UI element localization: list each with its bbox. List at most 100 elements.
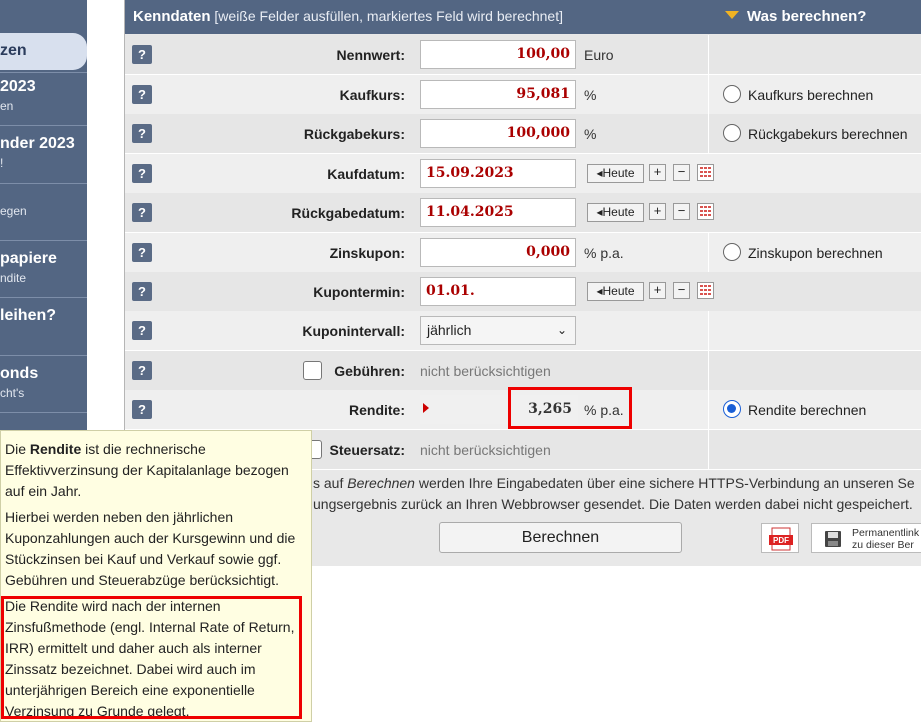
permalink-line: zu dieser Ber [852, 539, 914, 551]
kupontermin-input[interactable]: 01.01. [420, 277, 576, 306]
field-label: Rendite: [349, 402, 405, 418]
permalink-button[interactable]: Permanentlink zu dieser Ber [811, 523, 921, 553]
sidebar-item-title: papiere [0, 250, 57, 267]
sidebar-item-2023[interactable]: 2023 en [0, 78, 87, 113]
radio-zinskupon[interactable] [723, 243, 741, 261]
info-emphasis: Berechnen [347, 475, 415, 491]
calendar-icon[interactable] [697, 282, 714, 299]
sidebar-item-title: nder 2023 [0, 135, 75, 152]
calendar-icon[interactable] [697, 164, 714, 181]
radio-rueckgabekurs[interactable] [723, 124, 741, 142]
divider [0, 240, 87, 241]
divider [708, 35, 709, 74]
help-button[interactable]: ? [132, 243, 152, 262]
help-button[interactable]: ? [132, 321, 152, 340]
date-plus-button[interactable]: + [649, 203, 666, 220]
info-text: s auf [313, 475, 348, 491]
today-button[interactable]: ◂Heute [587, 282, 644, 301]
row-kuponintervall: ? Kuponintervall: jährlich ⌄ [125, 311, 921, 351]
row-zinskupon: ? Zinskupon: 0,000 % p.a. Zinskupon bere… [125, 233, 921, 273]
row-rueckgabedatum: ? Rückgabedatum: 11.04.2025 ◂Heute + − [125, 193, 921, 233]
rueckgabedatum-input[interactable]: 11.04.2025 [420, 198, 576, 227]
row-kupontermin: ? Kupontermin: 01.01. ◂Heute + − [125, 272, 921, 312]
field-label: Kupontermin: [313, 284, 405, 300]
date-plus-button[interactable]: + [649, 282, 666, 299]
sidebar-item-active[interactable]: zen [0, 33, 87, 70]
info-line-1: s auf Berechnen werden Ihre Eingabedaten… [313, 475, 915, 491]
help-button[interactable]: ? [132, 164, 152, 183]
sidebar-item-kalender[interactable]: nder 2023 ! [0, 135, 87, 170]
radio-label: Rendite berechnen [748, 402, 867, 418]
divider [708, 75, 709, 114]
divider [0, 125, 87, 126]
row-rueckgabekurs: ? Rückgabekurs: 100,000 % Rückgabekurs b… [125, 114, 921, 154]
field-label: Kuponintervall: [302, 323, 405, 339]
calculate-button[interactable]: Berechnen [439, 522, 682, 553]
pdf-button[interactable]: PDF [761, 523, 799, 553]
triangle-down-icon [725, 11, 739, 19]
sidebar-item-anlegen[interactable]: egen [0, 201, 87, 218]
gebuehren-checkbox[interactable] [303, 361, 322, 380]
unit-label: Euro [584, 47, 614, 63]
kaufkurs-input[interactable]: 95,081 [420, 80, 576, 109]
sidebar-item-sub: ndite [0, 271, 27, 285]
sidebar-item-fonds[interactable]: onds cht's [0, 365, 87, 400]
field-label: Kaufkurs: [339, 87, 405, 103]
permalink-label: Permanentlink zu dieser Ber [852, 527, 919, 551]
what-to-calculate-heading: Was berechnen? [725, 8, 866, 25]
help-button[interactable]: ? [132, 45, 152, 64]
divider [708, 114, 709, 153]
date-plus-button[interactable]: + [649, 164, 666, 181]
unit-label: % [584, 126, 597, 142]
field-label: Nennwert: [336, 47, 405, 63]
tooltip-paragraph-1: Die Rendite ist die rechnerische Effekti… [5, 439, 305, 502]
date-minus-button[interactable]: − [673, 282, 690, 299]
help-button[interactable]: ? [132, 124, 152, 143]
calendar-icon[interactable] [697, 203, 714, 220]
help-button[interactable]: ? [132, 361, 152, 380]
sidebar-item-anleihen[interactable]: leihen? [0, 307, 87, 328]
result-marker-icon [423, 403, 429, 413]
divider [708, 351, 709, 390]
help-button[interactable]: ? [132, 203, 152, 222]
date-minus-button[interactable]: − [673, 203, 690, 220]
row-gebuehren: ? Gebühren: nicht berücksichtigen [125, 351, 921, 391]
panel-title: Kenndaten [weiße Felder ausfüllen, marki… [133, 8, 563, 25]
pdf-icon: PDF [769, 527, 793, 551]
help-button[interactable]: ? [132, 85, 152, 104]
today-button[interactable]: ◂Heute [587, 164, 644, 183]
zinskupon-input[interactable]: 0,000 [420, 238, 576, 267]
info-line-2: ungsergebnis zurück an Ihren Webbrowser … [313, 496, 913, 512]
divider [0, 297, 87, 298]
divider [708, 233, 709, 272]
what-to-calculate-label: Was berechnen? [747, 8, 867, 25]
radio-rendite[interactable] [723, 400, 741, 418]
tooltip-highlight-box [1, 596, 302, 719]
radio-label: Rückgabekurs berechnen [748, 126, 908, 142]
divider [0, 72, 87, 73]
sidebar-item-sub: cht's [0, 386, 25, 400]
today-button-label: Heute [602, 284, 635, 298]
kuponintervall-select[interactable]: jährlich ⌄ [420, 316, 576, 345]
panel-header: Kenndaten [weiße Felder ausfüllen, marki… [125, 0, 921, 34]
rueckgabekurs-input[interactable]: 100,000 [420, 119, 576, 148]
rendite-tooltip: Die Rendite ist die rechnerische Effekti… [0, 430, 312, 722]
sidebar-item-sub: egen [0, 204, 27, 218]
nennwert-input[interactable]: 100,00 [420, 40, 576, 69]
sidebar-item-sub: en [0, 99, 14, 113]
sidebar-item-sub: ! [0, 156, 4, 170]
divider [708, 430, 709, 469]
sidebar-item-wertpapiere[interactable]: papiere ndite [0, 250, 87, 285]
chevron-down-icon: ⌄ [556, 323, 567, 337]
tooltip-bold-term: Rendite [29, 441, 82, 457]
help-button[interactable]: ? [132, 282, 152, 301]
panel-title-text: Kenndaten [133, 8, 211, 25]
today-button[interactable]: ◂Heute [587, 203, 644, 222]
radio-kaufkurs[interactable] [723, 85, 741, 103]
field-label: Gebühren: [334, 363, 405, 379]
help-button[interactable]: ? [132, 400, 152, 419]
field-label: Steuersatz: [329, 442, 405, 458]
kaufdatum-input[interactable]: 15.09.2023 [420, 159, 576, 188]
divider [708, 390, 709, 429]
date-minus-button[interactable]: − [673, 164, 690, 181]
